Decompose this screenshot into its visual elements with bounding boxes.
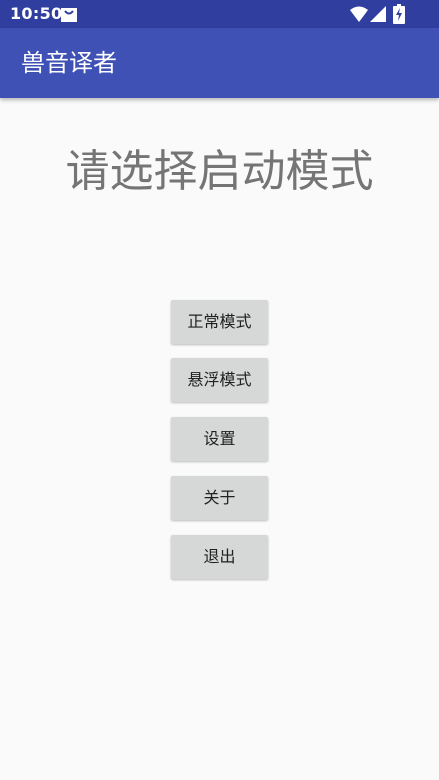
signal-icon [370, 6, 386, 22]
settings-button[interactable]: 设置 [171, 417, 268, 461]
wifi-icon [350, 6, 368, 22]
about-button[interactable]: 关于 [171, 476, 268, 520]
battery-charging-icon [393, 4, 405, 24]
normal-mode-button[interactable]: 正常模式 [171, 300, 268, 344]
notification-bag-icon [61, 8, 77, 22]
app-title: 兽音译者 [21, 49, 117, 77]
floating-mode-button[interactable]: 悬浮模式 [171, 358, 268, 402]
status-time: 10:50 [10, 4, 63, 23]
status-bar: 10:50 [0, 0, 439, 28]
page-heading: 请选择启动模式 [65, 146, 374, 197]
exit-button[interactable]: 退出 [171, 535, 268, 579]
app-bar: 兽音译者 [0, 28, 439, 98]
